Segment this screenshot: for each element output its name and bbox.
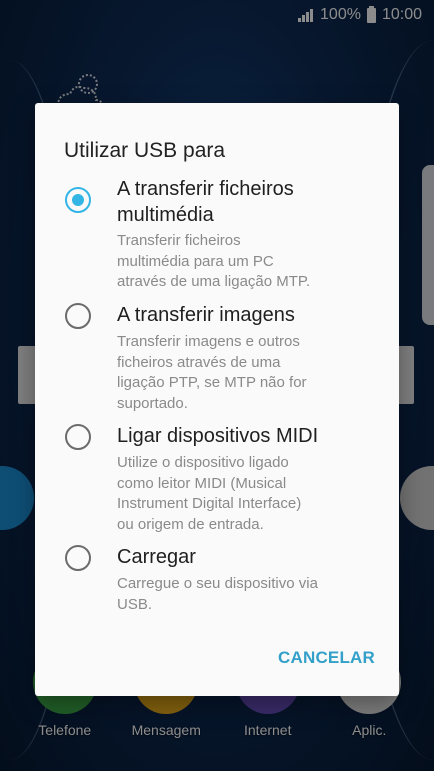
option-description-line: ligação PTP, se MTP não for	[117, 374, 307, 391]
option-description-line: multimédia para um PC	[117, 252, 274, 270]
option-description: Utilize o dispositivo ligado como leitor…	[117, 453, 359, 535]
option-title: A transferir ficheiros multimédia	[117, 176, 379, 228]
cancel-button[interactable]: CANCELAR	[278, 648, 375, 668]
option-description-line: Carregue o seu dispositivo via	[117, 575, 318, 592]
option-description-line: USB.	[117, 595, 153, 613]
option-description-line: Utilize o dispositivo ligado	[117, 454, 289, 471]
option-midi-devices[interactable]: Ligar dispositivos MIDI Utilize o dispos…	[35, 423, 399, 538]
radio-button[interactable]	[65, 303, 91, 329]
option-title-line: A transferir ficheiros	[117, 178, 294, 200]
option-description-line: suportado.	[117, 394, 188, 412]
option-title: Carregar	[117, 546, 196, 568]
option-description-line: como leitor MIDI (Musical	[117, 474, 287, 492]
radio-button[interactable]	[65, 424, 91, 450]
option-media-transfer[interactable]: A transferir ficheiros multimédia Transf…	[35, 175, 399, 295]
usb-mode-dialog: Utilizar USB para A transferir ficheiros…	[35, 103, 399, 696]
option-description: Transferir imagens e outros ficheiros at…	[117, 332, 359, 414]
option-description-line: Transferir ficheiros	[117, 232, 241, 249]
option-description-line: Instrument Digital Interface)	[117, 495, 302, 512]
radio-button-selected[interactable]	[65, 187, 91, 213]
option-image-transfer[interactable]: A transferir imagens Transferir imagens …	[35, 302, 399, 417]
option-description: Transferir ficheiros multimédia para um …	[117, 231, 359, 293]
option-title: A transferir imagens	[117, 304, 295, 326]
option-description-line: através de uma ligação MTP.	[117, 273, 311, 290]
option-description-line: ficheiros através de uma	[117, 353, 281, 371]
radio-button[interactable]	[65, 545, 91, 571]
option-title-line: multimédia	[117, 204, 214, 226]
option-description-line: Transferir imagens e outros	[117, 333, 300, 350]
dialog-title: Utilizar USB para	[64, 139, 226, 162]
option-charge-only[interactable]: Carregar Carregue o seu dispositivo via …	[35, 544, 399, 619]
option-description: Carregue o seu dispositivo via USB.	[117, 574, 359, 615]
option-title: Ligar dispositivos MIDI	[117, 425, 319, 447]
option-description-line: ou origem de entrada.	[117, 515, 264, 533]
